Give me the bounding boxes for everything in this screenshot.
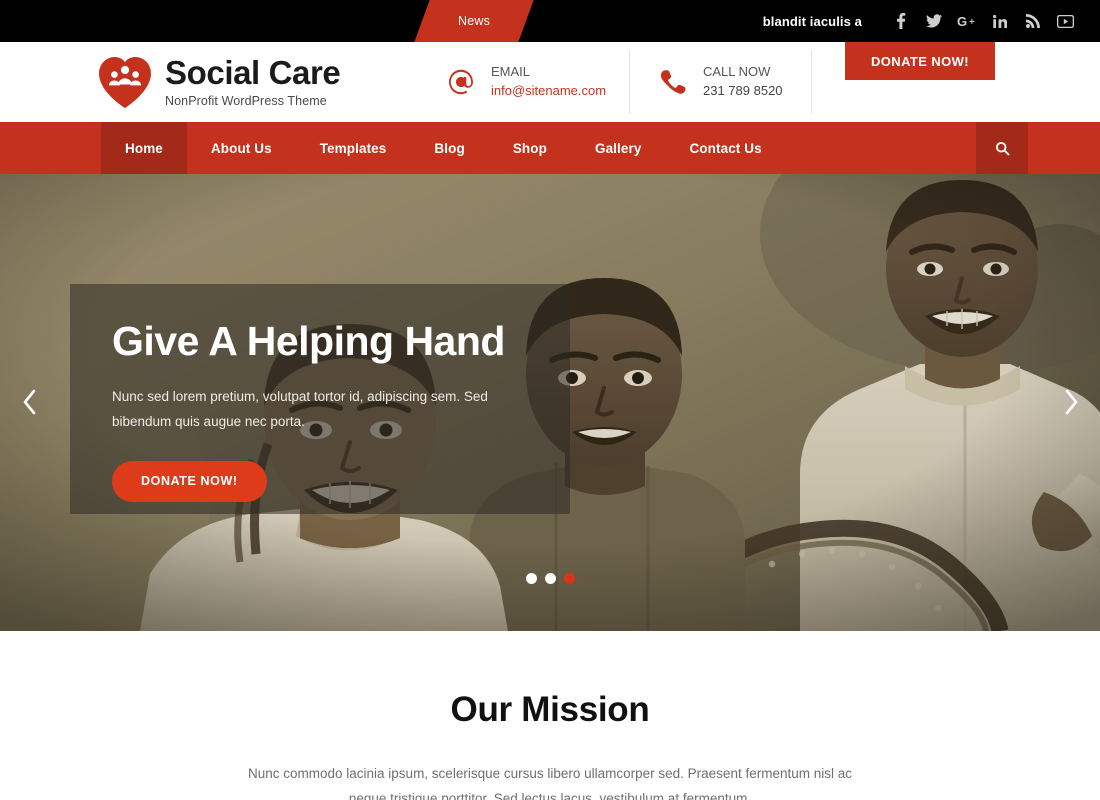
facebook-icon[interactable]: [884, 0, 917, 42]
slider-dot-3[interactable]: [563, 573, 575, 584]
mission-text: Nunc commodo lacinia ipsum, scelerisque …: [247, 766, 852, 800]
top-bar-tagline: blandit iaculis a: [762, 13, 862, 29]
slider-dot-1[interactable]: [525, 573, 537, 584]
nav-link-gallery[interactable]: Gallery: [571, 122, 665, 174]
nav-list: Home About Us Templates Blog Shop Galler…: [101, 122, 786, 174]
main-navigation: Home About Us Templates Blog Shop Galler…: [0, 122, 1100, 174]
chevron-left-icon[interactable]: [12, 382, 46, 422]
slider-dot-2[interactable]: [544, 573, 556, 584]
site-header: Social Care NonProfit WordPress Theme EM…: [0, 42, 1100, 122]
nav-link-about-us[interactable]: About Us: [187, 122, 296, 174]
youtube-icon[interactable]: [1049, 0, 1082, 42]
header-contact-area: EMAIL info@sitename.com CALL NOW 231 789…: [430, 42, 1100, 122]
news-badge-label: News: [457, 14, 491, 28]
nav-item-contact-us[interactable]: Contact Us: [665, 122, 785, 174]
google-plus-icon[interactable]: G: [950, 0, 983, 42]
phone-icon: [656, 65, 690, 99]
contact-email-value[interactable]: info@sitename.com: [491, 82, 606, 101]
donate-now-header-button[interactable]: DONATE NOW!: [845, 42, 996, 80]
chevron-right-icon[interactable]: [1054, 382, 1088, 422]
svg-text:G: G: [957, 14, 967, 28]
hero-title: Give A Helping Hand: [112, 318, 505, 364]
logo-title: Social Care: [165, 54, 341, 91]
nav-link-home[interactable]: Home: [101, 122, 187, 174]
heart-people-icon: [97, 53, 153, 111]
nav-link-shop[interactable]: Shop: [489, 122, 571, 174]
hero-slider: Give A Helping Hand Nunc sed lorem preti…: [0, 174, 1100, 631]
logo-subtitle: NonProfit WordPress Theme: [165, 94, 327, 108]
mission-title: Our Mission: [450, 690, 650, 729]
logo-text: Social Care NonProfit WordPress Theme: [165, 54, 341, 108]
nav-link-templates[interactable]: Templates: [296, 122, 411, 174]
nav-item-gallery[interactable]: Gallery: [571, 122, 665, 174]
nav-item-templates[interactable]: Templates: [296, 122, 411, 174]
hero-caption: Give A Helping Hand Nunc sed lorem preti…: [70, 284, 570, 514]
contact-phone-value: 231 789 8520: [703, 83, 783, 98]
slider-dots: [0, 573, 1100, 584]
nav-item-about-us[interactable]: About Us: [187, 122, 296, 174]
social-links: G: [884, 0, 1082, 42]
top-bar-right: blandit iaculis a G: [763, 0, 1082, 42]
contact-phone-label: CALL NOW: [703, 64, 771, 80]
news-badge[interactable]: News: [414, 0, 534, 42]
contact-phone[interactable]: CALL NOW 231 789 8520: [630, 42, 812, 122]
twitter-icon[interactable]: [917, 0, 950, 42]
hero-text: Nunc sed lorem pretium, volutpat tortor …: [112, 389, 488, 430]
rss-icon[interactable]: [1016, 0, 1049, 42]
nav-item-blog[interactable]: Blog: [410, 122, 488, 174]
mission-section: Our Mission Nunc commodo lacinia ipsum, …: [0, 631, 1100, 800]
search-icon[interactable]: [976, 122, 1028, 174]
contact-email[interactable]: EMAIL info@sitename.com: [430, 42, 630, 122]
nav-item-shop[interactable]: Shop: [489, 122, 571, 174]
nav-item-home[interactable]: Home: [101, 122, 187, 174]
at-sign-icon: [444, 65, 478, 99]
linkedin-icon[interactable]: [983, 0, 1016, 42]
top-bar: News blandit iaculis a G: [0, 0, 1100, 42]
nav-link-blog[interactable]: Blog: [410, 122, 488, 174]
contact-email-label: EMAIL: [491, 64, 531, 80]
nav-link-contact-us[interactable]: Contact Us: [665, 122, 785, 174]
donate-now-hero-button[interactable]: DONATE NOW!: [112, 460, 267, 502]
logo[interactable]: Social Care NonProfit WordPress Theme: [97, 53, 341, 111]
